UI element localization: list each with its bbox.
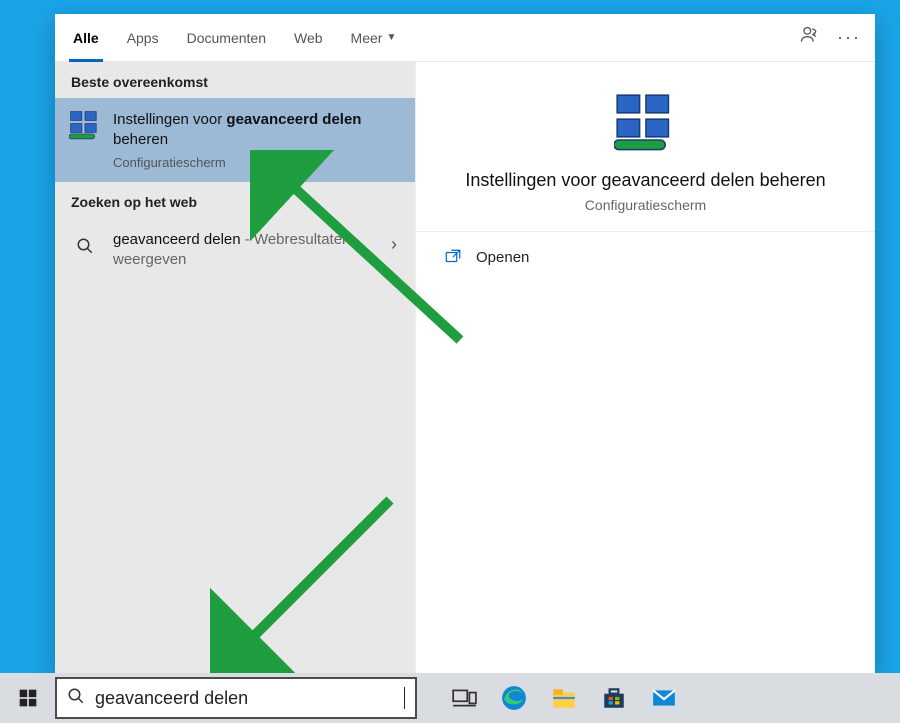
microsoft-store-icon[interactable] bbox=[589, 673, 639, 723]
tab-label: Meer bbox=[351, 30, 383, 46]
detail-subtitle: Configuratiescherm bbox=[446, 197, 845, 213]
search-flyout: Alle Apps Documenten Web Meer ▼ ··· Best… bbox=[55, 14, 875, 674]
tab-label: Web bbox=[294, 30, 323, 46]
tab-label: Alle bbox=[73, 30, 99, 46]
tab-all[interactable]: Alle bbox=[59, 14, 113, 62]
search-input[interactable] bbox=[95, 688, 394, 709]
result-subtitle: Configuratiescherm bbox=[113, 155, 401, 170]
taskbar-search[interactable] bbox=[55, 677, 417, 719]
web-section-label: Zoeken op het web bbox=[55, 182, 415, 218]
tab-apps[interactable]: Apps bbox=[113, 14, 173, 62]
search-tabs: Alle Apps Documenten Web Meer ▼ ··· bbox=[55, 14, 875, 62]
web-result[interactable]: geavanceerd delen - Webresultaten weerge… bbox=[55, 218, 415, 283]
web-result-title: geavanceerd delen - Webresultaten weerge… bbox=[113, 230, 375, 271]
task-view-button[interactable] bbox=[439, 673, 489, 723]
feedback-icon[interactable] bbox=[799, 25, 819, 50]
tab-label: Documenten bbox=[187, 30, 266, 46]
chevron-right-icon[interactable]: › bbox=[387, 230, 401, 259]
detail-title: Instellingen voor geavanceerd delen behe… bbox=[446, 170, 845, 191]
sharing-settings-icon bbox=[614, 92, 678, 156]
chevron-down-icon: ▼ bbox=[386, 32, 396, 43]
best-match-result[interactable]: Instellingen voor geavanceerd delen behe… bbox=[55, 98, 415, 182]
ellipsis-icon[interactable]: ··· bbox=[837, 27, 861, 48]
open-action[interactable]: Openen bbox=[416, 232, 875, 282]
sharing-settings-icon bbox=[69, 110, 101, 142]
results-column: Beste overeenkomst Instellingen voor gea… bbox=[55, 62, 415, 674]
taskbar bbox=[0, 673, 900, 723]
start-button[interactable] bbox=[0, 673, 55, 723]
search-icon bbox=[67, 687, 85, 710]
tab-more[interactable]: Meer ▼ bbox=[337, 14, 411, 62]
tab-documents[interactable]: Documenten bbox=[173, 14, 280, 62]
best-match-label: Beste overeenkomst bbox=[55, 62, 415, 98]
tab-web[interactable]: Web bbox=[280, 14, 337, 62]
search-icon bbox=[69, 230, 101, 262]
mail-app-icon[interactable] bbox=[639, 673, 689, 723]
file-explorer-icon[interactable] bbox=[539, 673, 589, 723]
detail-pane: Instellingen voor geavanceerd delen behe… bbox=[415, 62, 875, 674]
open-icon bbox=[444, 248, 462, 266]
result-title: Instellingen voor geavanceerd delen behe… bbox=[113, 110, 401, 151]
edge-app-icon[interactable] bbox=[489, 673, 539, 723]
text-caret bbox=[404, 687, 405, 709]
open-label: Openen bbox=[476, 249, 529, 266]
taskbar-pinned bbox=[439, 673, 689, 723]
tab-label: Apps bbox=[127, 30, 159, 46]
